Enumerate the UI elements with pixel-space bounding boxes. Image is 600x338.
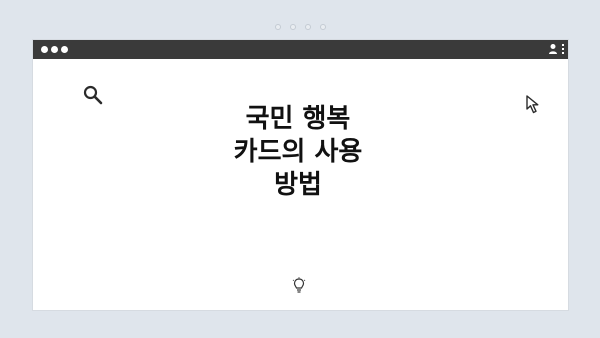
cursor-arrow-icon xyxy=(526,95,539,114)
browser-titlebar xyxy=(33,40,568,59)
window-control-dot[interactable] xyxy=(51,46,58,53)
window-control-dot[interactable] xyxy=(61,46,68,53)
search-icon xyxy=(83,85,103,105)
lightbulb-icon xyxy=(292,277,306,293)
top-dot xyxy=(319,24,326,30)
kebab-menu-icon[interactable] xyxy=(562,44,564,54)
page-title: 국민 행복 카드의 사용 방법 xyxy=(233,104,363,200)
top-dot xyxy=(304,24,311,30)
browser-window: 국민 행복 카드의 사용 방법 xyxy=(33,40,568,310)
window-controls xyxy=(41,46,68,53)
profile-icon[interactable] xyxy=(548,43,558,55)
top-dot xyxy=(274,24,281,30)
titlebar-actions xyxy=(548,43,564,55)
top-dot xyxy=(289,24,296,30)
top-dots xyxy=(0,24,600,30)
window-control-dot[interactable] xyxy=(41,46,48,53)
